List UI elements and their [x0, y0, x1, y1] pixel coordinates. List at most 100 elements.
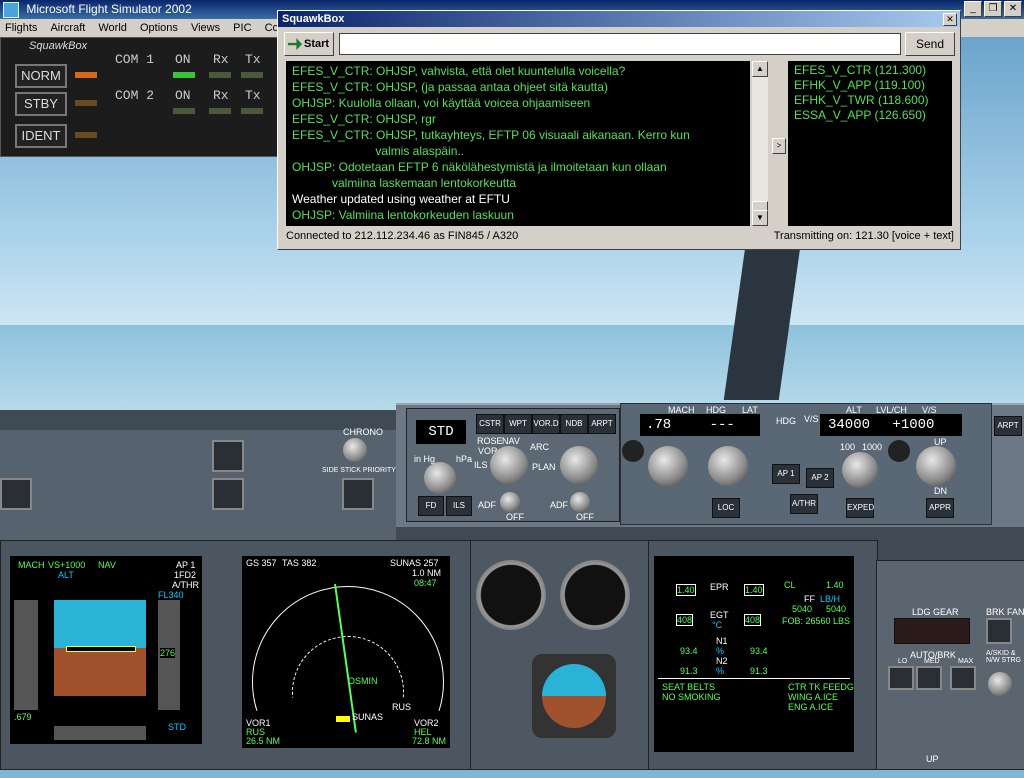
adf-vor-switch-1[interactable]	[500, 492, 520, 512]
athr-button[interactable]: A/THR	[790, 494, 818, 514]
atc-station-item[interactable]: ESSA_V_APP (126.650)	[794, 108, 946, 123]
stby-button[interactable]: STBY	[15, 92, 67, 116]
egt2-value: 408	[744, 614, 762, 626]
restore-button[interactable]: ❐	[984, 1, 1002, 17]
chat-message: OHJSP: Odotetaan EFTP 6 näkölähestymistä…	[292, 160, 667, 174]
scroll-down-arrow-icon[interactable]: ▼	[752, 210, 768, 226]
ap1-button[interactable]: AP 1	[772, 464, 800, 484]
menu-aircraft[interactable]: Aircraft	[50, 22, 85, 34]
heading-value: ---	[709, 417, 735, 433]
heading-tape	[54, 726, 146, 740]
brk-fan-button[interactable]	[986, 618, 1012, 644]
hpa-label: hPa	[456, 454, 473, 464]
askid-switch[interactable]	[988, 672, 1012, 696]
chrono-label: CHRONO	[343, 427, 383, 437]
fd-button[interactable]: FD	[418, 496, 444, 516]
minimize-button[interactable]: _	[964, 1, 982, 17]
menu-options[interactable]: Options	[140, 22, 178, 34]
autobrk-lo-button[interactable]	[888, 666, 914, 690]
chat-scrollbar[interactable]: ▲ ▼	[752, 61, 768, 226]
speed-knob[interactable]	[648, 446, 688, 486]
norm-button[interactable]: NORM	[15, 64, 67, 88]
ap2-button[interactable]: AP 2	[806, 468, 834, 488]
side-button[interactable]	[212, 440, 244, 472]
nd-vor2-dist: 72.8 NM	[412, 736, 447, 746]
exped-button[interactable]: EXPED	[846, 498, 874, 518]
loc-button[interactable]: LOC	[712, 498, 740, 518]
chat-log[interactable]: EFES_V_CTR: OHJSP, vahvista, että olet k…	[286, 61, 750, 226]
side-button[interactable]	[0, 478, 32, 510]
autobrk-max-button[interactable]	[950, 666, 976, 690]
com2-on-led[interactable]	[173, 108, 195, 114]
vord-button[interactable]: VOR.D	[532, 414, 560, 434]
standby-horizon-bezel	[532, 654, 616, 738]
ff1-value: 5040	[792, 604, 813, 614]
spd-mach-button[interactable]	[622, 440, 644, 462]
side-panel	[0, 430, 396, 540]
metric-alt-button[interactable]	[888, 440, 910, 462]
speed-value: .78	[646, 417, 672, 433]
arpt-button[interactable]: ARPT	[588, 414, 616, 434]
com1-on-led[interactable]	[173, 72, 195, 78]
chat-message: valmiina laskemaan lentokorkeutta	[292, 176, 517, 190]
pfd-alt: ALT	[58, 570, 74, 580]
ewd-ff-label: FF	[804, 594, 815, 604]
altitude-knob[interactable]	[842, 452, 878, 488]
autobrk-lo-label: LO	[898, 658, 908, 665]
n2-1-value: 91.3	[680, 666, 698, 676]
pfd-athr: A/THR	[172, 580, 199, 590]
vs-knob[interactable]	[916, 446, 956, 486]
window-controls: _ ❐ ✕	[964, 1, 1022, 17]
side-button[interactable]	[212, 478, 244, 510]
pfd-fl: FL340	[158, 590, 184, 600]
com2-tx-led[interactable]	[241, 108, 263, 114]
scroll-up-arrow-icon[interactable]: ▲	[752, 61, 768, 77]
com1-tx-led[interactable]	[241, 72, 263, 78]
menu-world[interactable]: World	[98, 22, 127, 34]
com2-rx-led[interactable]	[209, 108, 231, 114]
baro-knob[interactable]	[424, 462, 456, 494]
cstr-button[interactable]: CSTR	[476, 414, 504, 434]
ewd-n1-unit: %	[716, 646, 725, 656]
close-button[interactable]: ✕	[1004, 1, 1022, 17]
arpt-right-button[interactable]: ARPT	[994, 416, 1022, 436]
pfd-mach-value: .679	[14, 712, 32, 722]
pfd-altitude-box: 276	[160, 648, 176, 658]
memo-eng-aice: ENG A.ICE	[788, 702, 834, 712]
n1-2-value: 93.4	[750, 646, 768, 656]
atc-list[interactable]: EFES_V_CTR (121.300) EFHK_V_APP (119.100)…	[788, 61, 952, 226]
ident-button[interactable]: IDENT	[15, 124, 67, 148]
nd-sunas: SUNAS	[352, 712, 384, 722]
message-input[interactable]	[339, 33, 901, 55]
autobrk-med-label: MED	[924, 658, 940, 665]
menu-flights[interactable]: Flights	[5, 22, 37, 34]
start-button[interactable]: Start	[284, 32, 334, 56]
send-button[interactable]: Send	[905, 32, 955, 56]
com1-rx-led[interactable]	[209, 72, 231, 78]
heading-knob[interactable]	[708, 446, 748, 486]
app-title: Microsoft Flight Simulator 2002	[26, 2, 192, 16]
atc-station-item[interactable]: EFES_V_CTR (121.300)	[794, 63, 946, 78]
pfd-vs: VS+1000	[48, 560, 86, 570]
navigation-display: GS 357 TAS 382 SUNAS 257 1.0 NM 08:47 OS…	[242, 556, 450, 748]
side-button[interactable]	[342, 478, 374, 510]
nd-range-knob[interactable]	[560, 446, 598, 484]
nd-mode-knob[interactable]	[490, 446, 528, 484]
chrono-button[interactable]	[343, 438, 367, 462]
squawkbox-window: SquawkBox ✕ Start Send EFES_V_CTR: OHJSP…	[277, 10, 961, 250]
alt-1000-label: 1000	[862, 442, 883, 452]
ndb-button[interactable]: NDB	[560, 414, 588, 434]
squawkbox-close-button[interactable]: ✕	[943, 13, 957, 26]
appr-button[interactable]: APPR	[926, 498, 954, 518]
wpt-button[interactable]: WPT	[504, 414, 532, 434]
menu-views[interactable]: Views	[191, 22, 220, 34]
adf-vor-switch-2[interactable]	[570, 492, 590, 512]
autobrk-med-button[interactable]	[916, 666, 942, 690]
memo-ctr-tk: CTR TK FEEDG	[788, 682, 854, 692]
collapse-arrow-icon[interactable]: >	[772, 138, 786, 154]
menu-pic[interactable]: PIC	[233, 22, 251, 34]
atc-station-item[interactable]: EFHK_V_APP (119.100)	[794, 78, 946, 93]
atc-station-item[interactable]: EFHK_V_TWR (118.600)	[794, 93, 946, 108]
ils-button[interactable]: ILS	[446, 496, 472, 516]
pfd-fd: 1FD2	[174, 570, 197, 580]
